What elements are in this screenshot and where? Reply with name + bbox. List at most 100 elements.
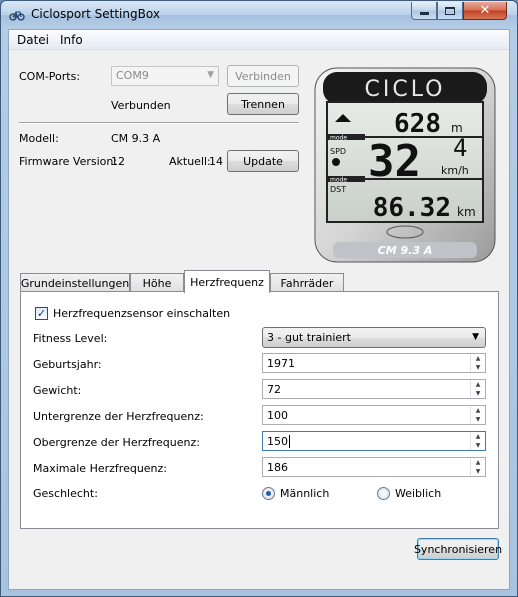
upper-hr-field[interactable]: 150 ▲ ▼ <box>262 431 486 451</box>
spin-up-icon[interactable]: ▲ <box>471 380 485 389</box>
birth-year-label: Geburtsjahr: <box>33 358 102 371</box>
device-altitude-unit: m <box>451 121 463 135</box>
minimize-button[interactable] <box>411 2 437 20</box>
weight-value: 72 <box>267 383 281 396</box>
max-hr-stepper[interactable]: ▲ ▼ <box>470 458 485 476</box>
heartrate-panel: ✓ Herzfrequenzsensor einschalten Fitness… <box>20 291 499 529</box>
firmware-label: Firmware Version: <box>19 155 118 168</box>
device-brand: CICLO <box>365 77 446 102</box>
current-version-value: 14 <box>209 155 223 168</box>
weight-label: Gewicht: <box>33 384 82 397</box>
menu-info-label: Info <box>60 33 83 47</box>
weight-stepper[interactable]: ▲ ▼ <box>470 380 485 398</box>
device-mode-label-1: mode <box>330 135 347 142</box>
spin-down-icon[interactable]: ▼ <box>471 441 485 450</box>
firmware-value: 12 <box>111 155 125 168</box>
device-altitude: 628 <box>394 109 441 139</box>
dropdown-arrow-icon: ▼ <box>472 332 479 342</box>
spin-down-icon[interactable]: ▼ <box>471 363 485 372</box>
connection-status: Verbunden <box>111 99 171 112</box>
tab-herzfrequenz-label: Herzfrequenz <box>190 275 264 289</box>
tab-fahrraeder-label: Fahrräder <box>280 276 334 290</box>
device-model-badge: CM 9.3 A <box>378 244 433 257</box>
max-hr-field[interactable]: 186 ▲ ▼ <box>262 457 486 477</box>
disconnect-button-label: Trennen <box>241 97 285 111</box>
bicycle-icon <box>9 11 25 21</box>
model-label: Modell: <box>19 132 59 145</box>
update-button[interactable]: Update <box>227 150 299 172</box>
gender-male-radio[interactable] <box>262 487 275 500</box>
lower-hr-value: 100 <box>267 409 288 422</box>
gender-female-radio[interactable] <box>377 487 390 500</box>
text-cursor <box>289 435 290 448</box>
checkmark-icon: ✓ <box>36 307 47 320</box>
window-title: Ciclosport SettingBox <box>31 7 160 21</box>
device-distance: 86.32 <box>373 193 451 223</box>
lower-hr-label: Untergrenze der Herzfrequenz: <box>33 410 204 423</box>
device-mode-label-2: mode <box>330 177 347 184</box>
spin-down-icon[interactable]: ▼ <box>471 389 485 398</box>
gender-female-label: Weiblich <box>395 487 442 500</box>
upper-hr-label: Obergrenze der Herzfrequenz: <box>33 436 200 449</box>
upper-hr-stepper[interactable]: ▲ ▼ <box>470 432 485 450</box>
device-speed: 32 <box>368 136 421 187</box>
birth-year-field[interactable]: 1971 ▲ ▼ <box>262 353 486 373</box>
connect-button[interactable]: Verbinden <box>227 65 299 87</box>
tab-herzfrequenz[interactable]: Herzfrequenz <box>184 270 270 293</box>
lower-hr-stepper[interactable]: ▲ ▼ <box>470 406 485 424</box>
com-port-select[interactable]: COM9 ▼ <box>111 66 219 86</box>
menu-info[interactable]: Info <box>60 33 83 47</box>
tab-hoehe[interactable]: Höhe <box>130 273 184 292</box>
menu-datei-label: Datei <box>17 33 50 47</box>
connect-button-label: Verbinden <box>235 69 291 83</box>
gender-male-label: Männlich <box>280 487 330 500</box>
spin-up-icon[interactable]: ▲ <box>471 432 485 441</box>
device-speed-unit: km/h <box>441 164 469 177</box>
synchronize-button[interactable]: Synchronisieren <box>413 538 503 560</box>
close-button[interactable]: ✕ <box>463 2 507 20</box>
birth-year-stepper[interactable]: ▲ ▼ <box>470 354 485 372</box>
bike-computer-image: CICLO mode mode 628 m SPD 32 4 km/h DST … <box>314 67 496 263</box>
synchronize-button-label: Synchronisieren <box>413 542 503 556</box>
current-version-label: Aktuell: <box>169 155 211 168</box>
dropdown-arrow-icon: ▼ <box>207 70 214 80</box>
spin-up-icon[interactable]: ▲ <box>471 458 485 467</box>
tab-fahrraeder[interactable]: Fahrräder <box>270 273 344 292</box>
update-button-label: Update <box>243 154 283 168</box>
fitness-level-label: Fitness Level: <box>33 332 108 345</box>
heartrate-sensor-label: Herzfrequenzsensor einschalten <box>53 307 231 320</box>
model-value: CM 9.3 A <box>111 132 161 145</box>
lower-hr-field[interactable]: 100 ▲ ▼ <box>262 405 486 425</box>
max-hr-value: 186 <box>267 461 288 474</box>
spin-up-icon[interactable]: ▲ <box>471 406 485 415</box>
fitness-level-select[interactable]: 3 - gut trainiert ▼ <box>262 327 486 348</box>
weight-field[interactable]: 72 ▲ ▼ <box>262 379 486 399</box>
tab-hoehe-label: Höhe <box>142 276 172 290</box>
com-ports-label: COM-Ports: <box>19 70 81 83</box>
spin-down-icon[interactable]: ▼ <box>471 415 485 424</box>
menu-datei[interactable]: Datei <box>17 33 49 47</box>
title-bar[interactable]: Ciclosport SettingBox ✕ <box>1 1 517 29</box>
tab-grundeinstellungen-label: Grundeinstellungen <box>20 276 130 290</box>
divider <box>19 122 299 124</box>
close-icon: ✕ <box>479 3 491 18</box>
app-window: Ciclosport SettingBox ✕ Datei Info COM-P… <box>0 0 518 597</box>
device-dst-label: DST <box>330 185 346 194</box>
birth-year-value: 1971 <box>267 357 295 370</box>
minimize-icon <box>419 12 429 15</box>
upper-hr-value: 150 <box>267 435 288 448</box>
gender-label: Geschlecht: <box>33 487 98 500</box>
max-hr-label: Maximale Herzfrequenz: <box>33 462 168 475</box>
fitness-level-value: 3 - gut trainiert <box>267 331 351 344</box>
spin-up-icon[interactable]: ▲ <box>471 354 485 363</box>
heartrate-sensor-checkbox[interactable]: ✓ <box>35 307 48 320</box>
maximize-icon <box>445 6 455 15</box>
device-speed-decimal: 4 <box>453 134 467 162</box>
menu-bar: Datei Info <box>9 30 509 50</box>
client-area: Datei Info COM-Ports: COM9 ▼ Verbinden V… <box>8 29 510 590</box>
device-distance-unit: km <box>457 205 476 219</box>
disconnect-button[interactable]: Trennen <box>227 93 299 115</box>
maximize-button[interactable] <box>437 2 463 20</box>
tab-grundeinstellungen[interactable]: Grundeinstellungen <box>20 273 130 292</box>
spin-down-icon[interactable]: ▼ <box>471 467 485 476</box>
